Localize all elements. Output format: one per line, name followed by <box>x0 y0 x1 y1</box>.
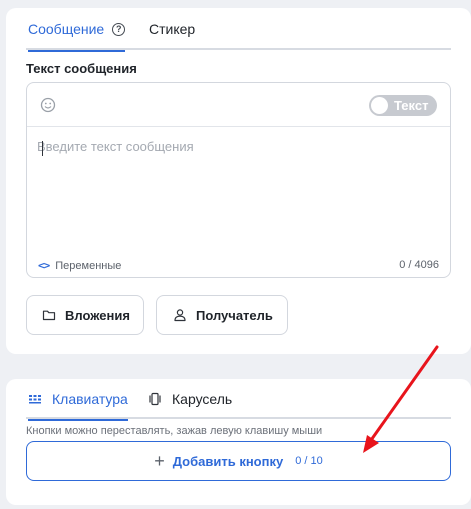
variables-button[interactable]: <> Переменные <box>38 259 121 272</box>
tab-sticker[interactable]: Стикер <box>149 8 195 50</box>
editor-toolbar: Текст <box>27 83 450 127</box>
add-button-label: Добавить кнопку <box>172 453 284 469</box>
message-tabs: Сообщение ? Стикер <box>26 8 451 52</box>
code-brackets-icon: <> <box>38 259 50 272</box>
tab-keyboard[interactable]: Клавиатура <box>28 379 128 421</box>
question-circle-icon[interactable]: ? <box>112 22 126 36</box>
tab-carousel-label: Карусель <box>172 391 233 407</box>
message-text-label: Текст сообщения <box>26 61 137 76</box>
user-icon <box>174 309 186 322</box>
toggle-knob <box>371 97 388 114</box>
text-caret <box>42 141 43 156</box>
attachments-button[interactable]: Вложения <box>26 295 144 335</box>
tab-sticker-label: Стикер <box>149 21 196 37</box>
keyboard-icon <box>29 395 41 404</box>
tab-message-label: Сообщение <box>28 21 105 37</box>
tab-keyboard-label: Клавиатура <box>52 391 128 407</box>
message-text-input[interactable] <box>37 139 437 239</box>
folder-icon <box>42 310 56 321</box>
tab-carousel[interactable]: Карусель <box>148 379 232 419</box>
smiley-icon[interactable] <box>40 97 56 113</box>
recipient-label: Получатель <box>196 307 273 323</box>
plus-icon: + <box>154 451 165 471</box>
message-editor: Текст <> Переменные 0 / 4096 <box>26 82 451 278</box>
attachments-label: Вложения <box>65 307 130 323</box>
tab-message[interactable]: Сообщение ? <box>28 8 126 52</box>
keyboard-hint: Кнопки можно переставлять, зажав левую к… <box>26 425 323 437</box>
variables-label: Переменные <box>55 259 122 272</box>
carousel-icon <box>149 392 161 406</box>
annotation-arrow <box>363 345 439 453</box>
char-counter: 0 / 4096 <box>399 259 439 271</box>
toggle-label: Текст <box>394 98 429 113</box>
text-mode-toggle[interactable]: Текст <box>369 95 437 116</box>
message-card: Сообщение ? Стикер Текст сообщения Текст… <box>6 8 471 354</box>
button-count: 0 / 10 <box>295 455 323 467</box>
recipient-button[interactable]: Получатель <box>156 295 288 335</box>
